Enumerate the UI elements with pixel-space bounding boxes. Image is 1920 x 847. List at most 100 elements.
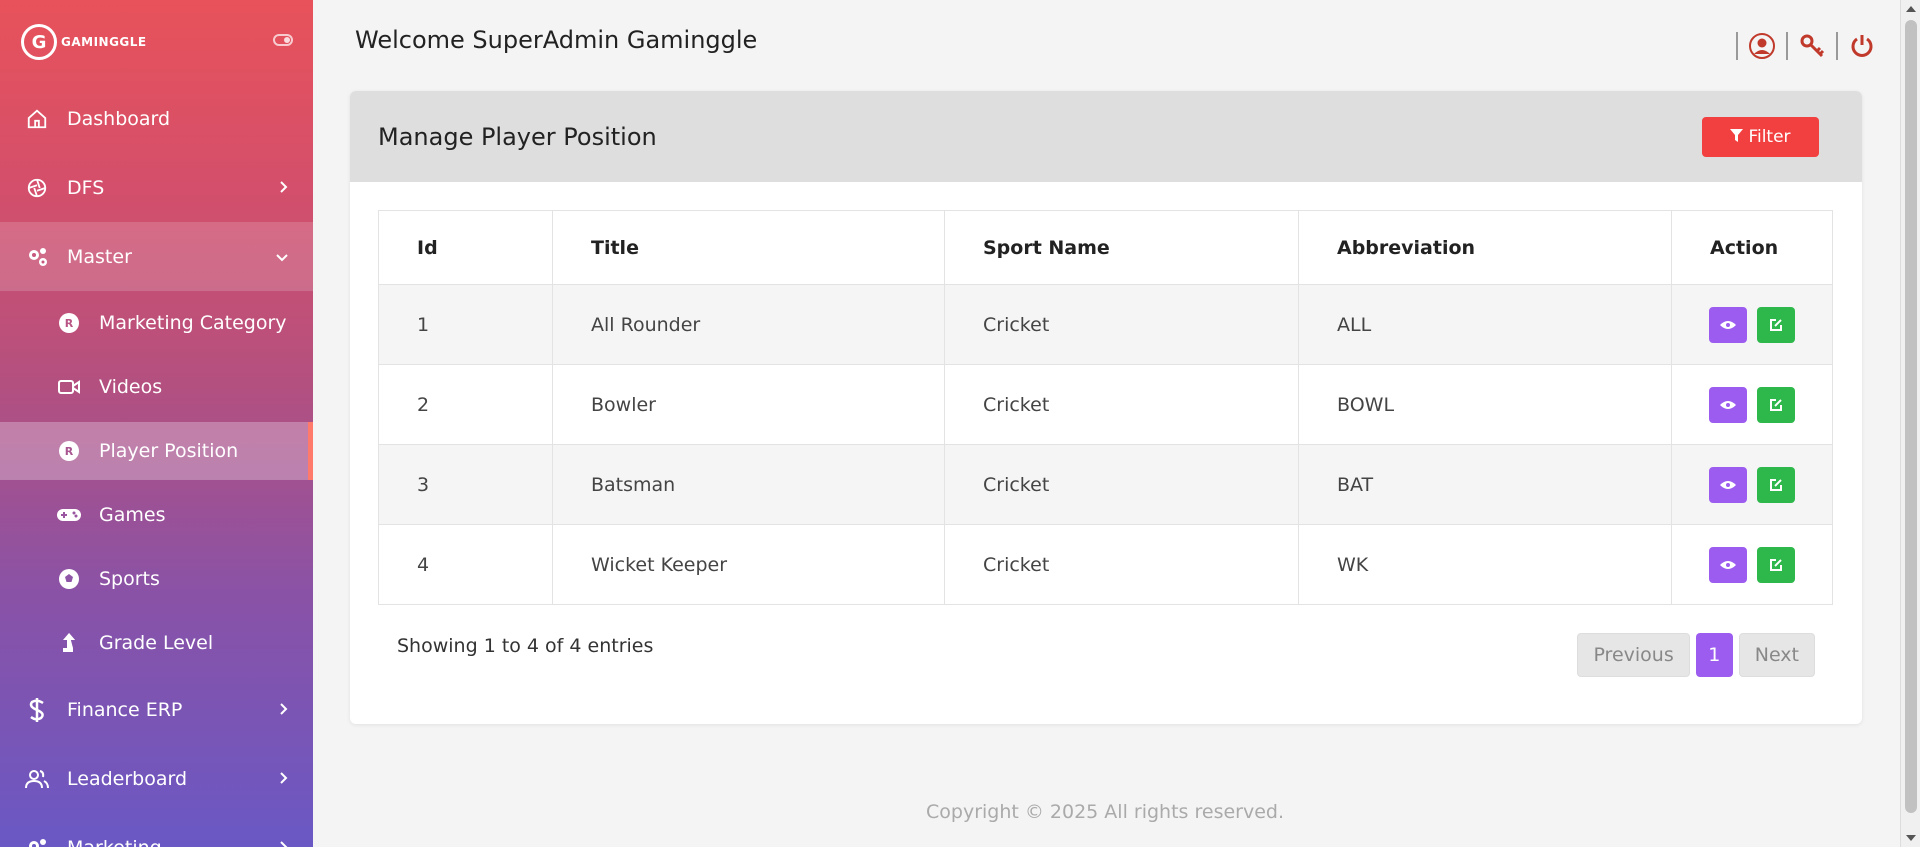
cell-id: 3 (378, 444, 553, 525)
edit-button[interactable] (1757, 306, 1796, 343)
sidebar-item-marketing[interactable]: Marketing (0, 813, 313, 847)
logo[interactable]: G (21, 24, 57, 60)
scroll-up-icon[interactable] (1906, 6, 1916, 12)
cell-id: 2 (378, 364, 553, 445)
cell-abbreviation: BOWL (1298, 364, 1672, 445)
sidebar-item-games[interactable]: Games (0, 483, 313, 547)
eye-icon (1720, 560, 1736, 569)
footer-copyright: Copyright © 2025 All rights reserved. (926, 801, 1285, 823)
view-button[interactable] (1709, 306, 1747, 343)
player-position-table: Id Title Sport Name Abbreviation Action … (378, 210, 1833, 605)
page-number-button[interactable]: 1 (1695, 633, 1733, 677)
chevron-right-icon (279, 837, 289, 847)
page-title: Manage Player Position (378, 122, 657, 151)
column-header-id[interactable]: Id (378, 210, 553, 285)
sidebar-item-label: Finance ERP (67, 698, 183, 721)
table-row: 4 Wicket Keeper Cricket WK (378, 524, 1833, 605)
cell-id: 1 (378, 284, 553, 365)
edit-icon (1770, 478, 1783, 491)
svg-text:R: R (65, 317, 74, 330)
edit-button[interactable] (1757, 386, 1796, 423)
sidebar-item-label: Leaderboard (67, 767, 188, 790)
table-row: 2 Bowler Cricket BOWL (378, 364, 1833, 445)
eye-icon (1720, 320, 1736, 329)
sidebar-item-label: DFS (67, 176, 105, 199)
edit-button[interactable] (1757, 546, 1796, 583)
home-icon (24, 106, 50, 132)
previous-button[interactable]: Previous (1577, 633, 1690, 677)
sidebar-item-label: Marketing (67, 837, 162, 847)
sidebar-item-grade-level[interactable]: Grade Level (0, 611, 313, 675)
sidebar-item-marketing-category[interactable]: R Marketing Category (0, 291, 313, 355)
cell-sport-name: Cricket (944, 284, 1299, 365)
welcome-text: Welcome SuperAdmin Gaminggle (355, 26, 758, 54)
cell-sport-name: Cricket (944, 524, 1299, 605)
filter-button[interactable]: Filter (1702, 117, 1819, 157)
column-header-abbreviation[interactable]: Abbreviation (1298, 210, 1672, 285)
sidebar-item-label: Master (67, 245, 132, 268)
sidebar-item-leaderboard[interactable]: Leaderboard (0, 744, 313, 813)
column-header-action: Action (1671, 210, 1833, 285)
table-row: 1 All Rounder Cricket ALL (378, 284, 1833, 365)
cell-actions (1671, 444, 1833, 525)
sidebar-item-label: Videos (99, 376, 163, 398)
svg-text:R: R (65, 445, 74, 458)
power-icon[interactable] (1848, 32, 1876, 60)
sidebar-item-player-position[interactable]: R Player Position (0, 422, 313, 480)
entries-info: Showing 1 to 4 of 4 entries (397, 635, 654, 657)
sidebar-item-label: Dashboard (67, 107, 171, 130)
sidebar-item-dashboard[interactable]: Dashboard (0, 84, 313, 153)
table-header-row: Id Title Sport Name Abbreviation Action (378, 210, 1833, 285)
column-header-sport-name[interactable]: Sport Name (944, 210, 1299, 285)
sidebar-item-sports[interactable]: Sports (0, 547, 313, 611)
sidebar-item-label: Grade Level (99, 632, 214, 654)
view-button[interactable] (1709, 466, 1747, 503)
page-scrollbar[interactable] (1900, 0, 1920, 847)
column-header-title[interactable]: Title (552, 210, 945, 285)
divider (1786, 32, 1788, 60)
edit-icon (1770, 558, 1783, 571)
arrow-up-icon (56, 630, 82, 656)
chevron-right-icon (279, 699, 289, 721)
user-profile-icon[interactable] (1748, 32, 1776, 60)
video-icon (56, 374, 82, 400)
key-icon[interactable] (1798, 32, 1826, 60)
filter-label: Filter (1748, 127, 1791, 147)
cell-title: Wicket Keeper (552, 524, 945, 605)
aperture-icon (24, 175, 50, 201)
cell-sport-name: Cricket (944, 444, 1299, 525)
next-button[interactable]: Next (1738, 633, 1815, 677)
cell-id: 4 (378, 524, 553, 605)
badge-icon: R (56, 438, 82, 464)
gears-icon (24, 835, 50, 847)
cell-actions (1671, 284, 1833, 365)
view-button[interactable] (1709, 546, 1747, 583)
sidebar-item-label: Player Position (99, 440, 239, 462)
brand: G GAMINGGLE (0, 0, 313, 84)
divider (1836, 32, 1838, 60)
soccer-ball-icon (56, 566, 82, 592)
sidebar-item-label: Sports (99, 568, 160, 590)
eye-icon (1720, 400, 1736, 409)
sidebar-item-videos[interactable]: Videos (0, 355, 313, 419)
cell-title: All Rounder (552, 284, 945, 365)
chevron-right-icon (279, 177, 289, 199)
edit-button[interactable] (1757, 466, 1796, 503)
card-header: Manage Player Position Filter (350, 91, 1862, 182)
brand-name: GAMINGGLE (61, 35, 147, 49)
chevron-right-icon (279, 768, 289, 790)
sidebar-item-finance-erp[interactable]: Finance ERP (0, 675, 313, 744)
toggle-icon[interactable] (273, 34, 293, 46)
sidebar-item-master[interactable]: Master (0, 222, 313, 291)
filter-icon (1730, 127, 1744, 147)
divider (1736, 32, 1738, 60)
gears-icon (24, 244, 50, 270)
scroll-thumb[interactable] (1905, 20, 1917, 813)
sidebar-item-dfs[interactable]: DFS (0, 153, 313, 222)
scroll-down-icon[interactable] (1906, 835, 1916, 841)
view-button[interactable] (1709, 386, 1747, 423)
users-icon (24, 766, 50, 792)
edit-icon (1770, 318, 1783, 331)
cell-title: Batsman (552, 444, 945, 525)
eye-icon (1720, 480, 1736, 489)
